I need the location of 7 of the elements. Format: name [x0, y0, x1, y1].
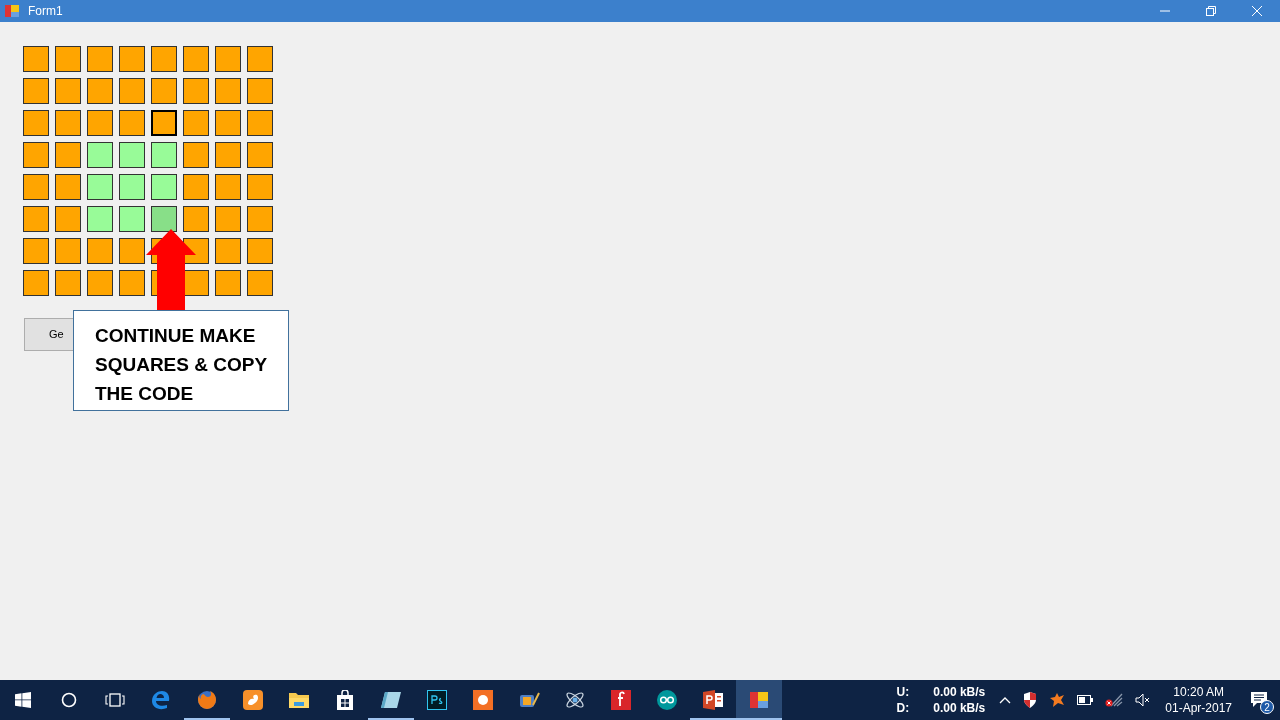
download-speed: 0.00 kB/s	[933, 700, 986, 716]
download-label: D:	[896, 700, 910, 716]
notification-count: 2	[1260, 700, 1274, 714]
callout-tooltip: CONTINUE MAKE SQUARES & COPY THE CODE	[73, 310, 289, 411]
upload-speed: 0.00 kB/s	[933, 684, 986, 700]
window-title: Form1	[28, 3, 64, 20]
upload-label: U:	[896, 684, 910, 700]
